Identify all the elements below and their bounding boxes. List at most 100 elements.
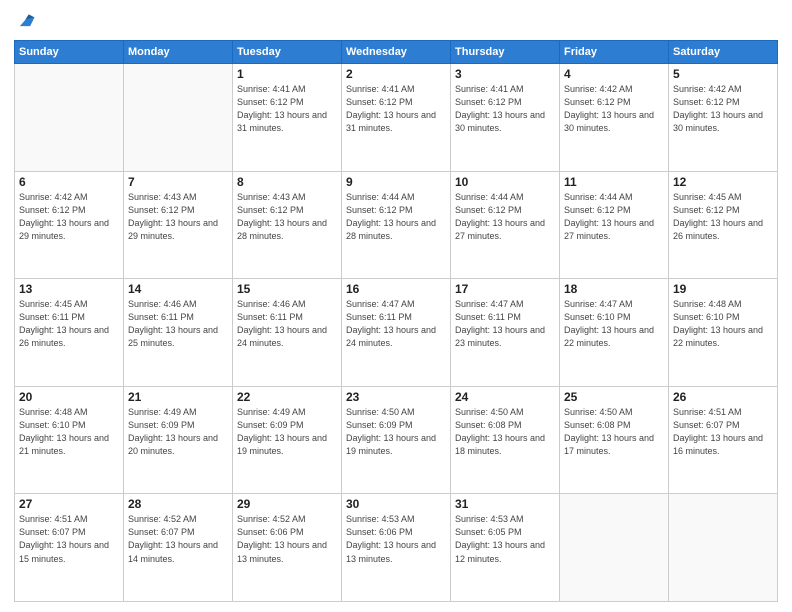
calendar-cell: 18 Sunrise: 4:47 AM Sunset: 6:10 PM Dayli… xyxy=(560,279,669,387)
day-info: Sunrise: 4:50 AM Sunset: 6:08 PM Dayligh… xyxy=(455,406,555,458)
day-info: Sunrise: 4:45 AM Sunset: 6:11 PM Dayligh… xyxy=(19,298,119,350)
day-info: Sunrise: 4:49 AM Sunset: 6:09 PM Dayligh… xyxy=(237,406,337,458)
day-number: 5 xyxy=(673,67,773,81)
calendar-cell: 19 Sunrise: 4:48 AM Sunset: 6:10 PM Dayli… xyxy=(669,279,778,387)
calendar-week-5: 27 Sunrise: 4:51 AM Sunset: 6:07 PM Dayli… xyxy=(15,494,778,602)
calendar-cell: 9 Sunrise: 4:44 AM Sunset: 6:12 PM Daylig… xyxy=(342,171,451,279)
day-header-thursday: Thursday xyxy=(451,41,560,64)
header xyxy=(14,10,778,32)
day-info: Sunrise: 4:53 AM Sunset: 6:06 PM Dayligh… xyxy=(346,513,446,565)
calendar-cell: 4Sunrise: 4:42 AM Sunset: 6:12 PM Daylig… xyxy=(560,64,669,172)
calendar-cell xyxy=(15,64,124,172)
calendar-cell: 17Sunrise: 4:47 AM Sunset: 6:11 PM Dayli… xyxy=(451,279,560,387)
day-number: 6 xyxy=(19,175,119,189)
day-info: Sunrise: 4:50 AM Sunset: 6:08 PM Dayligh… xyxy=(564,406,664,458)
calendar-cell: 2 Sunrise: 4:41 AM Sunset: 6:12 PM Daylig… xyxy=(342,64,451,172)
day-number: 9 xyxy=(346,175,446,189)
calendar-week-3: 13 Sunrise: 4:45 AM Sunset: 6:11 PM Dayli… xyxy=(15,279,778,387)
day-info: Sunrise: 4:50 AM Sunset: 6:09 PM Dayligh… xyxy=(346,406,446,458)
calendar-cell: 14Sunrise: 4:46 AM Sunset: 6:11 PM Dayli… xyxy=(124,279,233,387)
calendar-cell: 27 Sunrise: 4:51 AM Sunset: 6:07 PM Dayli… xyxy=(15,494,124,602)
day-info: Sunrise: 4:44 AM Sunset: 6:12 PM Dayligh… xyxy=(564,191,664,243)
day-number: 27 xyxy=(19,497,119,511)
day-info: Sunrise: 4:51 AM Sunset: 6:07 PM Dayligh… xyxy=(673,406,773,458)
calendar-cell xyxy=(669,494,778,602)
day-info: Sunrise: 4:52 AM Sunset: 6:06 PM Dayligh… xyxy=(237,513,337,565)
day-info: Sunrise: 4:46 AM Sunset: 6:11 PM Dayligh… xyxy=(237,298,337,350)
day-header-monday: Monday xyxy=(124,41,233,64)
calendar-week-1: 1 Sunrise: 4:41 AM Sunset: 6:12 PM Daylig… xyxy=(15,64,778,172)
calendar-cell: 22 Sunrise: 4:49 AM Sunset: 6:09 PM Dayli… xyxy=(233,386,342,494)
day-info: Sunrise: 4:47 AM Sunset: 6:10 PM Dayligh… xyxy=(564,298,664,350)
day-info: Sunrise: 4:48 AM Sunset: 6:10 PM Dayligh… xyxy=(19,406,119,458)
day-number: 23 xyxy=(346,390,446,404)
day-number: 12 xyxy=(673,175,773,189)
calendar-cell: 30Sunrise: 4:53 AM Sunset: 6:06 PM Dayli… xyxy=(342,494,451,602)
day-number: 18 xyxy=(564,282,664,296)
day-number: 20 xyxy=(19,390,119,404)
day-info: Sunrise: 4:46 AM Sunset: 6:11 PM Dayligh… xyxy=(128,298,228,350)
day-number: 13 xyxy=(19,282,119,296)
calendar-cell: 3 Sunrise: 4:41 AM Sunset: 6:12 PM Daylig… xyxy=(451,64,560,172)
calendar-cell: 26 Sunrise: 4:51 AM Sunset: 6:07 PM Dayli… xyxy=(669,386,778,494)
day-number: 16 xyxy=(346,282,446,296)
day-number: 28 xyxy=(128,497,228,511)
day-info: Sunrise: 4:47 AM Sunset: 6:11 PM Dayligh… xyxy=(346,298,446,350)
day-number: 29 xyxy=(237,497,337,511)
calendar-cell: 24Sunrise: 4:50 AM Sunset: 6:08 PM Dayli… xyxy=(451,386,560,494)
calendar-cell: 5 Sunrise: 4:42 AM Sunset: 6:12 PM Daylig… xyxy=(669,64,778,172)
day-info: Sunrise: 4:44 AM Sunset: 6:12 PM Dayligh… xyxy=(346,191,446,243)
day-info: Sunrise: 4:52 AM Sunset: 6:07 PM Dayligh… xyxy=(128,513,228,565)
day-info: Sunrise: 4:41 AM Sunset: 6:12 PM Dayligh… xyxy=(237,83,337,135)
calendar-week-2: 6 Sunrise: 4:42 AM Sunset: 6:12 PM Daylig… xyxy=(15,171,778,279)
calendar-cell: 16 Sunrise: 4:47 AM Sunset: 6:11 PM Dayli… xyxy=(342,279,451,387)
day-info: Sunrise: 4:51 AM Sunset: 6:07 PM Dayligh… xyxy=(19,513,119,565)
day-info: Sunrise: 4:43 AM Sunset: 6:12 PM Dayligh… xyxy=(128,191,228,243)
day-info: Sunrise: 4:45 AM Sunset: 6:12 PM Dayligh… xyxy=(673,191,773,243)
calendar-cell xyxy=(124,64,233,172)
calendar-cell xyxy=(560,494,669,602)
day-number: 3 xyxy=(455,67,555,81)
calendar-header-row: SundayMondayTuesdayWednesdayThursdayFrid… xyxy=(15,41,778,64)
day-info: Sunrise: 4:53 AM Sunset: 6:05 PM Dayligh… xyxy=(455,513,555,565)
day-header-sunday: Sunday xyxy=(15,41,124,64)
calendar-cell: 13 Sunrise: 4:45 AM Sunset: 6:11 PM Dayli… xyxy=(15,279,124,387)
day-info: Sunrise: 4:48 AM Sunset: 6:10 PM Dayligh… xyxy=(673,298,773,350)
day-number: 11 xyxy=(564,175,664,189)
day-info: Sunrise: 4:41 AM Sunset: 6:12 PM Dayligh… xyxy=(455,83,555,135)
day-header-friday: Friday xyxy=(560,41,669,64)
calendar-cell: 25Sunrise: 4:50 AM Sunset: 6:08 PM Dayli… xyxy=(560,386,669,494)
calendar-cell: 10Sunrise: 4:44 AM Sunset: 6:12 PM Dayli… xyxy=(451,171,560,279)
calendar-table: SundayMondayTuesdayWednesdayThursdayFrid… xyxy=(14,40,778,602)
calendar-cell: 8Sunrise: 4:43 AM Sunset: 6:12 PM Daylig… xyxy=(233,171,342,279)
day-number: 10 xyxy=(455,175,555,189)
day-number: 31 xyxy=(455,497,555,511)
day-info: Sunrise: 4:42 AM Sunset: 6:12 PM Dayligh… xyxy=(673,83,773,135)
logo xyxy=(14,10,40,32)
day-info: Sunrise: 4:42 AM Sunset: 6:12 PM Dayligh… xyxy=(19,191,119,243)
day-number: 26 xyxy=(673,390,773,404)
calendar-cell: 15 Sunrise: 4:46 AM Sunset: 6:11 PM Dayli… xyxy=(233,279,342,387)
day-number: 7 xyxy=(128,175,228,189)
calendar-cell: 12 Sunrise: 4:45 AM Sunset: 6:12 PM Dayli… xyxy=(669,171,778,279)
day-info: Sunrise: 4:49 AM Sunset: 6:09 PM Dayligh… xyxy=(128,406,228,458)
day-info: Sunrise: 4:41 AM Sunset: 6:12 PM Dayligh… xyxy=(346,83,446,135)
day-info: Sunrise: 4:42 AM Sunset: 6:12 PM Dayligh… xyxy=(564,83,664,135)
day-number: 19 xyxy=(673,282,773,296)
calendar-cell: 31 Sunrise: 4:53 AM Sunset: 6:05 PM Dayli… xyxy=(451,494,560,602)
day-info: Sunrise: 4:43 AM Sunset: 6:12 PM Dayligh… xyxy=(237,191,337,243)
day-number: 22 xyxy=(237,390,337,404)
calendar-cell: 11 Sunrise: 4:44 AM Sunset: 6:12 PM Dayli… xyxy=(560,171,669,279)
day-number: 17 xyxy=(455,282,555,296)
calendar-cell: 6 Sunrise: 4:42 AM Sunset: 6:12 PM Daylig… xyxy=(15,171,124,279)
day-number: 15 xyxy=(237,282,337,296)
page: SundayMondayTuesdayWednesdayThursdayFrid… xyxy=(0,0,792,612)
calendar-cell: 21Sunrise: 4:49 AM Sunset: 6:09 PM Dayli… xyxy=(124,386,233,494)
day-header-saturday: Saturday xyxy=(669,41,778,64)
day-number: 1 xyxy=(237,67,337,81)
calendar-cell: 7 Sunrise: 4:43 AM Sunset: 6:12 PM Daylig… xyxy=(124,171,233,279)
logo-icon xyxy=(14,10,36,32)
calendar-cell: 29 Sunrise: 4:52 AM Sunset: 6:06 PM Dayli… xyxy=(233,494,342,602)
calendar-cell: 23 Sunrise: 4:50 AM Sunset: 6:09 PM Dayli… xyxy=(342,386,451,494)
day-number: 2 xyxy=(346,67,446,81)
